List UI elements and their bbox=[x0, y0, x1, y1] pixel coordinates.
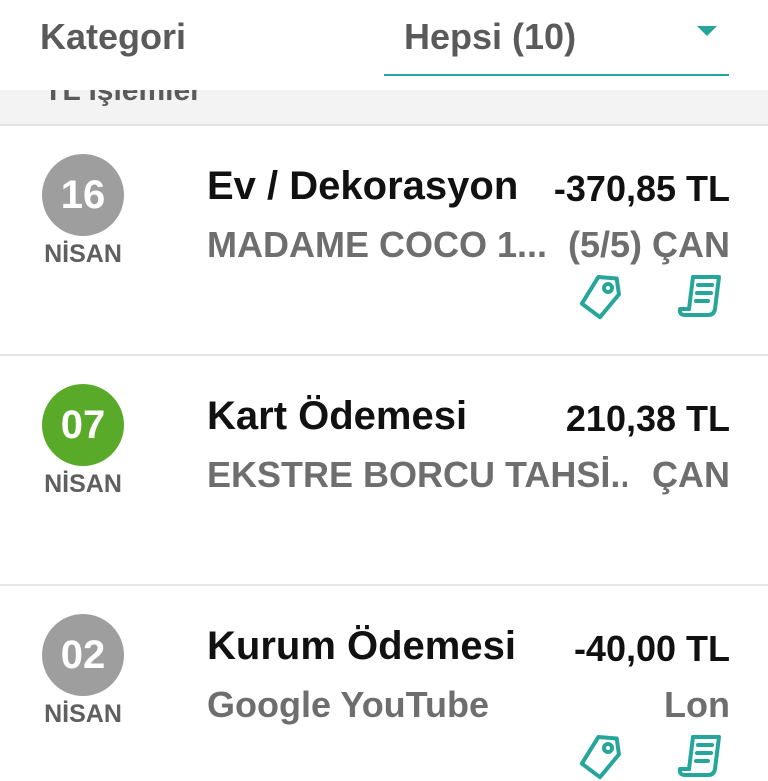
transaction-amount: -370,85 TL bbox=[553, 168, 730, 209]
installment-label: (5/5) bbox=[567, 224, 642, 265]
date-month-label: NİSAN bbox=[44, 700, 122, 728]
transaction-description: Google YouTube bbox=[207, 684, 489, 725]
transaction-user: (5/5) ÇAN bbox=[568, 224, 730, 266]
receipt-icon[interactable] bbox=[677, 731, 727, 781]
transaction-description: MADAME COCO 1... bbox=[207, 224, 547, 265]
date-month-label: NİSAN bbox=[44, 470, 122, 498]
date-day-badge: 02 bbox=[42, 614, 124, 696]
transaction-category: Kart Ödemesi bbox=[207, 394, 468, 438]
transaction-row[interactable]: 07 NİSAN Kart Ödemesi 210,38 TL EKSTRE B… bbox=[0, 356, 768, 586]
chevron-down-icon bbox=[697, 26, 717, 36]
transaction-user: ÇAN bbox=[652, 454, 730, 495]
category-dropdown[interactable]: Hepsi (10) bbox=[384, 0, 729, 76]
date-month-label: NİSAN bbox=[44, 240, 122, 268]
category-dropdown-value: Hepsi (10) bbox=[404, 16, 577, 57]
receipt-icon[interactable] bbox=[677, 271, 727, 321]
transaction-user: Lon bbox=[664, 684, 730, 725]
date-day-badge: 07 bbox=[42, 384, 124, 466]
transaction-row[interactable]: 02 NİSAN Kurum Ödemesi -40,00 TL Google … bbox=[0, 586, 768, 780]
transaction-description: EKSTRE BORCU TAHSİ... bbox=[207, 454, 627, 495]
transaction-category: Kurum Ödemesi bbox=[207, 624, 516, 668]
tag-icon[interactable] bbox=[575, 271, 625, 321]
transaction-amount: -40,00 TL bbox=[573, 628, 730, 669]
category-filter-label: Kategori bbox=[40, 16, 187, 57]
date-day-badge: 16 bbox=[42, 154, 124, 236]
transaction-row[interactable]: 16 NİSAN Ev / Dekorasyon -370,85 TL MADA… bbox=[0, 126, 768, 356]
user-label: ÇAN bbox=[652, 224, 730, 265]
transaction-category: Ev / Dekorasyon bbox=[207, 164, 519, 208]
tag-icon[interactable] bbox=[575, 731, 625, 781]
category-filter-bar: Kategori Hepsi (10) bbox=[0, 0, 768, 90]
transaction-amount: 210,38 TL bbox=[565, 398, 730, 439]
